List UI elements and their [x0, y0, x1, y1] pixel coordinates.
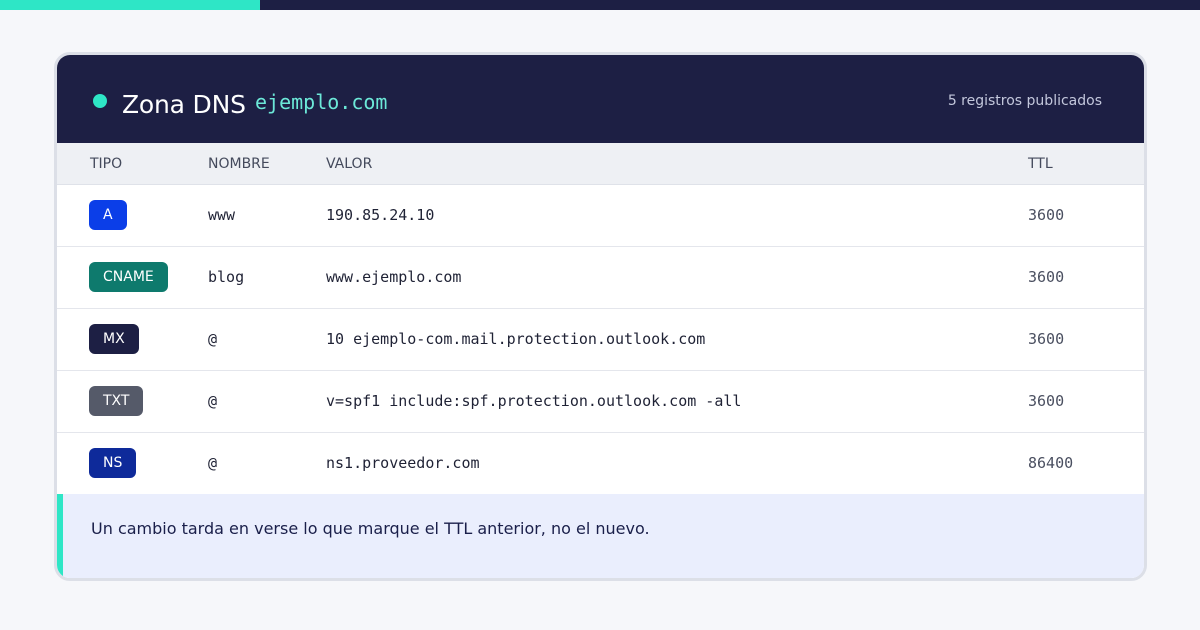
record-ttl: 3600 — [1028, 206, 1065, 224]
record-ttl: 3600 — [1028, 268, 1065, 286]
note-text: Un cambio tarda en verse lo que marque e… — [91, 519, 650, 538]
record-type-badge: MX — [89, 324, 139, 354]
record-name: www — [208, 206, 236, 224]
status-dot-icon — [93, 94, 107, 108]
progress-bar-fill — [0, 0, 261, 10]
table-row[interactable]: A www 190.85.24.10 3600 — [57, 185, 1144, 247]
record-value: v=spf1 include:spf.protection.outlook.co… — [326, 392, 742, 410]
record-type-badge: NS — [89, 448, 137, 478]
table-row[interactable]: TXT @ v=spf1 include:spf.protection.outl… — [57, 371, 1144, 433]
record-value: 190.85.24.10 — [326, 206, 435, 224]
column-header-ttl: TTL — [1028, 156, 1053, 172]
table-body: A www 190.85.24.10 3600 CNAME blog www.e… — [57, 185, 1144, 495]
table-row[interactable]: CNAME blog www.ejemplo.com 3600 — [57, 247, 1144, 309]
record-ttl: 3600 — [1028, 392, 1065, 410]
column-header-name: NOMBRE — [208, 156, 270, 172]
card-header: Zona DNS ejemplo.com 5 registros publica… — [57, 55, 1144, 143]
column-header-value: VALOR — [326, 156, 373, 172]
record-value: www.ejemplo.com — [326, 268, 462, 286]
table-header: TIPO NOMBRE VALOR TTL — [57, 143, 1144, 185]
ttl-note: Un cambio tarda en verse lo que marque e… — [57, 494, 1144, 578]
record-name: @ — [208, 330, 218, 348]
record-type-badge: A — [89, 200, 127, 230]
record-value: ns1.proveedor.com — [326, 454, 480, 472]
column-header-type: TIPO — [90, 156, 123, 172]
record-name: @ — [208, 454, 218, 472]
table-row[interactable]: MX @ 10 ejemplo-com.mail.protection.outl… — [57, 309, 1144, 371]
record-ttl: 86400 — [1028, 454, 1074, 472]
record-name: @ — [208, 392, 218, 410]
record-type-badge: TXT — [89, 386, 144, 416]
zone-title: Zona DNS — [122, 90, 246, 119]
dns-zone-card: Zona DNS ejemplo.com 5 registros publica… — [54, 52, 1147, 581]
zone-domain: ejemplo.com — [255, 90, 388, 114]
table-row[interactable]: NS @ ns1.proveedor.com 86400 — [57, 433, 1144, 495]
record-value: 10 ejemplo-com.mail.protection.outlook.c… — [326, 330, 706, 348]
record-ttl: 3600 — [1028, 330, 1065, 348]
record-name: blog — [208, 268, 245, 286]
top-bar — [0, 0, 1200, 10]
record-count: 5 registros publicados — [947, 93, 1102, 109]
record-type-badge: CNAME — [89, 262, 168, 292]
